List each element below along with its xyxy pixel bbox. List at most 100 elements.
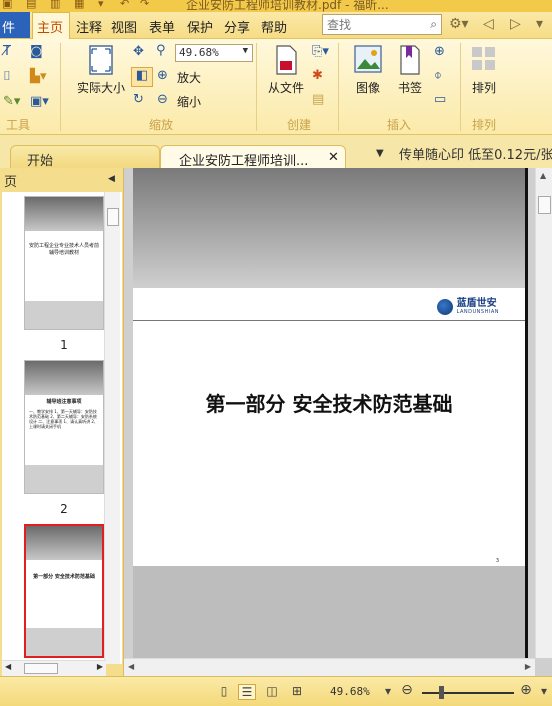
menu-share[interactable]: 分享 <box>224 17 250 36</box>
title-bar: ▣ ▤ ▥ ▦ ▾ ↶ ↷ 企业安防工程师培训教材.pdf - 福昕... <box>0 0 552 12</box>
back-icon[interactable]: ◁ <box>483 16 494 32</box>
open-icon[interactable]: ▤ <box>26 0 36 10</box>
thumbnail-panel: 页 ◀ 安防工程企业专业技术人员考前辅导培训教材 1 辅导班注意事项 一、教学安… <box>0 168 124 676</box>
more-icon[interactable]: ▾ <box>536 16 543 32</box>
thumbnail-text: 安防工程企业专业技术人员考前辅导培训教材 <box>29 243 100 256</box>
close-icon[interactable]: ✕ <box>328 150 339 165</box>
page-heading: 第一部分 安全技术防范基础 <box>205 392 453 416</box>
thumbnail-text: 第一部分 安全技术防范基础 <box>33 574 95 580</box>
statusbar-options-icon[interactable]: ▾ <box>535 684 552 700</box>
zoom-in-icon[interactable]: ⊕ <box>157 68 168 83</box>
ad-banner[interactable]: 传单随心印 低至0.12元/张 <box>399 144 552 163</box>
forward-icon[interactable]: ▷ <box>510 16 521 32</box>
zoom-out-icon[interactable]: ⊖ <box>398 682 416 698</box>
continuous-page-icon[interactable]: ☰ <box>238 684 256 700</box>
from-file-icon <box>276 45 297 75</box>
continuous-facing-icon[interactable]: ⊞ <box>288 684 306 700</box>
zoom-tool-icon[interactable]: ⚲ <box>156 43 166 58</box>
scrollbar-thumb[interactable] <box>24 663 58 674</box>
document-page[interactable]: 蓝盾世安 LANDUNSHIAN 第一部分 安全技术防范基础 3 <box>133 168 528 658</box>
menu-protect[interactable]: 保护 <box>187 17 213 36</box>
fit-page-icon[interactable]: ◧ <box>131 67 153 87</box>
thumbnail-page-1[interactable]: 安防工程企业专业技术人员考前辅导培训教材 <box>24 196 104 330</box>
app-icon[interactable]: ▣ <box>2 0 12 10</box>
page-footer-band <box>133 566 525 658</box>
status-bar: ▯ ☰ ◫ ⊞ 49.68% ▾ ⊖ ⊕ ▾ <box>0 676 552 706</box>
typewriter-icon[interactable]: ▣▾ <box>30 94 49 109</box>
scroll-left-icon[interactable]: ◀ <box>128 662 134 671</box>
header-footer-icon[interactable]: ▭ <box>434 92 446 107</box>
zoom-dropdown-icon[interactable]: ▾ <box>379 684 397 700</box>
bookmark-button[interactable]: 书签 <box>392 45 428 96</box>
from-file-button[interactable]: 从文件 <box>264 45 308 96</box>
zoom-in-icon[interactable]: ⊕ <box>517 682 535 698</box>
search-box[interactable]: ⌕ <box>322 14 442 35</box>
image-button[interactable]: 图像 <box>348 45 388 96</box>
snapshot-icon[interactable]: ◙ <box>30 44 43 59</box>
pan-icon[interactable]: ✥ <box>133 44 144 59</box>
zoom-in-button[interactable]: 放大 <box>177 69 201 86</box>
select-icon[interactable]: ⌷ <box>3 69 11 84</box>
search-icon[interactable]: ⌕ <box>430 17 437 32</box>
redo-icon[interactable]: ↷ <box>140 0 149 10</box>
arrange-button[interactable]: 排列 <box>466 45 502 96</box>
scrollbar-thumb[interactable] <box>107 208 119 226</box>
rotate-icon[interactable]: ↻ <box>133 92 144 107</box>
settings-icon[interactable]: ⚙▾ <box>449 16 469 32</box>
zoom-out-icon[interactable]: ⊖ <box>157 92 168 107</box>
menu-form[interactable]: 表单 <box>149 17 175 36</box>
facing-page-icon[interactable]: ◫ <box>263 684 281 700</box>
scroll-left-icon[interactable]: ◀ <box>5 662 11 671</box>
clipboard-icon[interactable]: ▙▾ <box>30 69 47 84</box>
collapse-panel-icon[interactable]: ◀ <box>108 174 115 184</box>
group-label-arrange: 排列 <box>472 118 497 132</box>
thumbnail-hscrollbar[interactable]: ◀ ▶ <box>2 660 106 676</box>
document-hscrollbar[interactable]: ◀ ▶ <box>124 658 535 676</box>
zoom-out-button[interactable]: 缩小 <box>177 93 201 110</box>
menu-comment[interactable]: 注释 <box>76 17 102 36</box>
scrollbar-thumb[interactable] <box>538 196 551 214</box>
bookmark-label: 书签 <box>397 81 422 95</box>
attachment-icon[interactable]: ⌽ <box>434 68 442 83</box>
save-icon[interactable]: ▥ <box>50 0 60 10</box>
hand-tool-icon[interactable]: T̸ <box>3 44 11 59</box>
document-view[interactable]: 蓝盾世安 LANDUNSHIAN 第一部分 安全技术防范基础 3 ▲ ◀ ▶ <box>124 168 552 676</box>
link-icon[interactable]: ⊕ <box>434 44 445 59</box>
zoom-slider[interactable] <box>422 686 514 699</box>
menu-home[interactable]: 主页 <box>32 12 70 39</box>
menu-view[interactable]: 视图 <box>111 17 137 36</box>
zoom-select[interactable]: 49.68% ▼ <box>175 44 253 62</box>
group-label-insert: 插入 <box>387 118 412 132</box>
thumbnail-page-2[interactable]: 辅导班注意事项 一、教学安排 1、第一天辅导：安防技术防范基础 2、第二天辅导：… <box>24 360 104 494</box>
menu-help[interactable]: 帮助 <box>261 17 287 36</box>
zoom-slider-knob[interactable] <box>439 686 445 699</box>
actual-size-button[interactable]: 实际大小 <box>74 45 128 96</box>
actual-size-icon <box>89 45 113 75</box>
scroll-right-icon[interactable]: ▶ <box>97 662 103 671</box>
print-icon[interactable]: ▦ <box>74 0 84 10</box>
scroll-right-icon[interactable]: ▶ <box>525 662 531 671</box>
separator <box>256 43 257 131</box>
create-pdf-icon[interactable]: ⎘▾ <box>312 44 329 59</box>
tab-list-dropdown-icon[interactable]: ▼ <box>376 148 384 159</box>
arrange-label: 排列 <box>471 81 496 95</box>
image-label: 图像 <box>355 81 380 95</box>
undo-icon[interactable]: ↶ <box>120 0 129 10</box>
print-options-icon[interactable]: ▾ <box>98 0 104 10</box>
document-scrollbar[interactable]: ▲ <box>535 168 552 658</box>
thumbnail-page-3[interactable]: 第一部分 安全技术防范基础 <box>24 524 104 658</box>
status-zoom-value: 49.68% <box>330 685 370 698</box>
tab-start[interactable]: 开始 <box>10 145 160 169</box>
blank-page-icon[interactable]: ✱ <box>312 68 323 83</box>
pen-icon[interactable]: ✎▾ <box>3 94 20 109</box>
search-input[interactable] <box>323 15 418 34</box>
single-page-icon[interactable]: ▯ <box>215 684 233 700</box>
scroll-up-icon[interactable]: ▲ <box>540 171 546 180</box>
bookmark-icon <box>400 45 420 75</box>
tab-document[interactable]: 企业安防工程师培训... <box>160 145 346 169</box>
zoom-value: 49.68% <box>179 46 219 59</box>
thumbnail-scrollbar[interactable] <box>104 192 120 664</box>
arrange-icon <box>472 47 495 70</box>
menu-file[interactable]: 件 <box>0 12 30 38</box>
scanner-icon[interactable]: ▤ <box>312 92 324 107</box>
